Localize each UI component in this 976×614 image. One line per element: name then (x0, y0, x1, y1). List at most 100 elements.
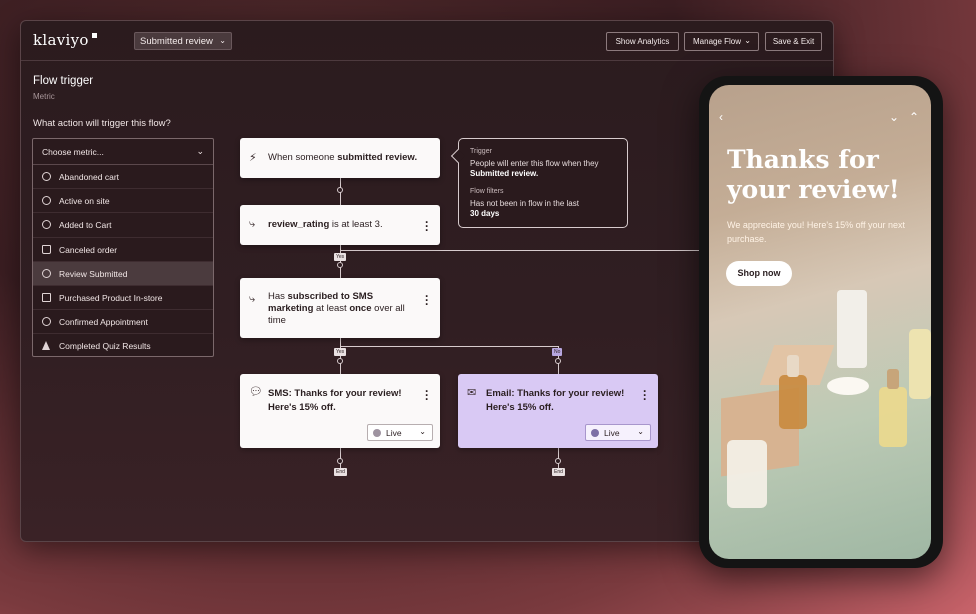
split-icon: ⤷ (249, 218, 256, 230)
klaviyo-logo: klaviyo (33, 31, 89, 49)
flow-trigger-subtitle: Metric (33, 92, 55, 101)
email-subtext: We appreciate you! Here's 15% off your n… (727, 220, 905, 244)
tooltip-trigger-text: People will enter this flow when they Sub… (470, 159, 616, 178)
tooltip-trigger-label: Trigger (470, 148, 492, 155)
milk-bottle (727, 440, 767, 508)
metric-option-active-on-site[interactable]: Active on site (33, 189, 213, 214)
metric-option-added-to-cart[interactable]: Added to Cart (33, 213, 213, 238)
headline-line-2: your review! (727, 175, 900, 204)
connector-dot (337, 187, 343, 193)
status-check-icon (373, 429, 381, 437)
email-status-dropdown[interactable]: Live ⌄ (585, 424, 651, 441)
connector-dot (337, 358, 343, 364)
manage-flow-label: Manage Flow (693, 37, 742, 46)
gear-icon (42, 172, 51, 181)
conditional-split-node-sms[interactable]: ⤷ Has subscribed to SMS marketing at lea… (240, 278, 440, 338)
email-title: Email: Thanks for your review! Here's 15… (486, 388, 625, 413)
gear-icon (42, 317, 51, 327)
conditional-split-node-rating[interactable]: ⤷ review_rating is at least 3. · · · (240, 205, 440, 245)
more-options-icon[interactable]: · · · (425, 385, 429, 405)
yes-tag: Yes (334, 253, 347, 261)
split-rating-rest: is at least 3. (329, 219, 383, 230)
metric-dropdown: Choose metric... ⌄ Abandoned cart Active… (32, 138, 214, 357)
headline-line-1: Thanks for (727, 145, 879, 174)
trigger-question: What action will trigger this flow? (33, 118, 171, 129)
product-photo (709, 290, 931, 559)
metric-placeholder: Choose metric... (42, 147, 104, 157)
cream-jar (827, 377, 869, 395)
connector-dot (337, 262, 343, 268)
metric-option-completed-quiz-results[interactable]: Completed Quiz Results (33, 334, 213, 358)
split-sms-mid: at least (313, 303, 350, 314)
flow-trigger-title: Flow trigger (33, 75, 94, 87)
sms-message-node[interactable]: 💬︎ SMS: Thanks for your review! Here's 1… (240, 374, 440, 448)
split-sms-text: Has subscribed to SMS marketing at least… (268, 291, 413, 327)
chat-bubble-icon: 💬︎ (249, 386, 263, 398)
gear-icon (42, 196, 51, 206)
connector-line (340, 250, 702, 251)
tooltip-trigger-desc: People will enter this flow when they (470, 159, 599, 168)
metric-label: Completed Quiz Results (59, 341, 151, 352)
email-message-node[interactable]: ✉︎ Email: Thanks for your review! Here's… (458, 374, 658, 448)
metric-select[interactable]: Choose metric... ⌄ (33, 139, 213, 165)
shop-now-button[interactable]: Shop now (726, 261, 792, 286)
split-sms-bold2: once (349, 303, 372, 314)
more-options-icon[interactable]: · · · (643, 385, 647, 405)
trigger-info-tooltip: Trigger People will enter this flow when… (450, 138, 628, 228)
metric-option-confirmed-appointment[interactable]: Confirmed Appointment (33, 310, 213, 335)
amber-serum-bottle (779, 375, 807, 429)
gear-icon (42, 220, 51, 230)
sms-status-label: Live (386, 428, 402, 438)
metric-label: Purchased Product In-store (59, 292, 163, 303)
gear-icon (42, 268, 51, 278)
chevron-down-icon: ⌄ (219, 36, 226, 45)
chevron-down-icon: ⌄ (196, 146, 204, 156)
tube-bottle (837, 290, 867, 368)
save-exit-button[interactable]: Save & Exit (765, 32, 822, 51)
metric-option-canceled-order[interactable]: Canceled order (33, 238, 213, 262)
yes-tag: Yes (334, 348, 347, 356)
gold-cap (887, 369, 899, 389)
phone-mockup: ‹ ⌄ ⌃ Thanks for your review! We appreci… (699, 76, 943, 568)
more-options-icon[interactable]: · · · (425, 216, 429, 236)
no-tag: No (552, 348, 563, 356)
flame-icon (42, 341, 50, 351)
lightning-icon: ⚡︎ (249, 152, 257, 164)
shopify-bag-icon (42, 244, 51, 254)
split-rating-bold: review_rating (268, 219, 330, 230)
metric-option-purchased-product-in-store[interactable]: Purchased Product In-store (33, 286, 213, 311)
trigger-node[interactable]: ⚡︎ When someone submitted review. (240, 138, 440, 178)
connector-dot (337, 458, 343, 464)
tooltip-filters-text: Has not been in flow in the last 30 days (470, 199, 616, 218)
metric-label: Review Submitted (59, 268, 128, 279)
chevron-up-icon[interactable]: ⌃ (909, 110, 919, 124)
more-options-icon[interactable]: · · · (425, 290, 429, 310)
back-chevron-icon[interactable]: ‹ (719, 110, 723, 124)
metric-label: Confirmed Appointment (59, 317, 148, 328)
connector-line (340, 346, 558, 347)
connector-dot (555, 458, 561, 464)
sms-status-dropdown[interactable]: Live ⌄ (367, 424, 433, 441)
envelope-icon: ✉︎ (467, 387, 477, 399)
end-tag: End (552, 468, 565, 476)
manage-flow-button[interactable]: Manage Flow ⌄ (684, 32, 759, 51)
tooltip-filters-label: Flow filters (470, 188, 504, 195)
show-analytics-button[interactable]: Show Analytics (606, 32, 679, 51)
metric-option-review-submitted[interactable]: Review Submitted (33, 261, 213, 286)
metric-label: Added to Cart (59, 220, 112, 231)
flow-name-dropdown[interactable]: Submitted review ⌄ (134, 32, 232, 50)
split-rating-text: review_rating is at least 3. (268, 219, 383, 230)
chevron-down-icon: ⌄ (419, 427, 426, 436)
tooltip-trigger-bold: Submitted review. (470, 168, 539, 178)
email-status-label: Live (604, 428, 620, 438)
chevron-down-icon[interactable]: ⌄ (889, 110, 899, 124)
tooltip-filters-desc: Has not been in flow in the last (470, 199, 579, 208)
logo-flag-icon (92, 33, 97, 38)
top-bar: klaviyo Submitted review ⌄ Show Analytic… (21, 21, 833, 61)
trigger-bold: submitted review. (337, 152, 418, 163)
sms-title: SMS: Thanks for your review! Here's 15% … (268, 388, 402, 413)
connector-dot (555, 358, 561, 364)
dropper-cap (787, 355, 799, 377)
status-check-icon (591, 429, 599, 437)
metric-option-abandoned-cart[interactable]: Abandoned cart (33, 165, 213, 190)
